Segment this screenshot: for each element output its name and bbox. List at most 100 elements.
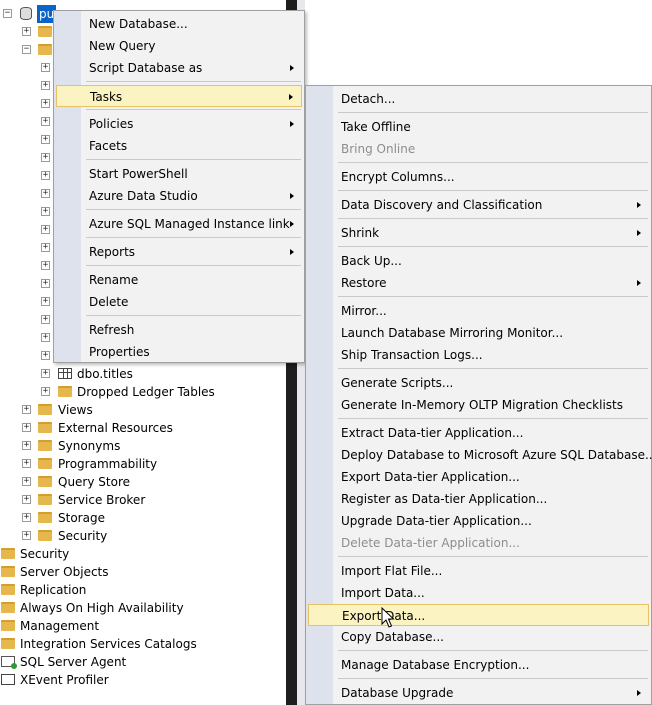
menu-item-export-dac[interactable]: Export Data-tier Application... xyxy=(308,466,649,488)
folder-icon xyxy=(38,530,52,541)
tree-node-label: SQL Server Agent xyxy=(20,655,127,669)
menu-item-delete-dac: Delete Data-tier Application... xyxy=(308,532,649,554)
menu-item-label: Tasks xyxy=(90,90,123,104)
menu-item-script-database-as[interactable]: Script Database as xyxy=(56,57,302,79)
folder-icon xyxy=(38,404,52,415)
menu-item-detach[interactable]: Detach... xyxy=(308,88,649,110)
tree-node-label: XEvent Profiler xyxy=(20,673,109,687)
menu-separator xyxy=(338,218,648,219)
expand-icon[interactable]: + xyxy=(41,279,50,288)
expand-icon[interactable]: + xyxy=(22,513,31,522)
expand-icon[interactable]: + xyxy=(41,243,50,252)
menu-item-take-offline[interactable]: Take Offline xyxy=(308,116,649,138)
expand-icon[interactable]: + xyxy=(22,423,31,432)
menu-separator xyxy=(86,159,301,160)
menu-separator xyxy=(338,190,648,191)
expand-icon[interactable]: + xyxy=(41,189,50,198)
expand-icon[interactable]: + xyxy=(41,387,50,396)
sql-agent-icon xyxy=(1,656,17,669)
menu-item-label: Rename xyxy=(89,273,139,287)
tree-node-label: Management xyxy=(20,619,100,633)
menu-item-shrink[interactable]: Shrink xyxy=(308,222,649,244)
expand-icon[interactable]: + xyxy=(41,351,50,360)
expand-icon[interactable]: + xyxy=(22,531,31,540)
menu-item-generate-scripts[interactable]: Generate Scripts... xyxy=(308,372,649,394)
menu-item-data-discovery[interactable]: Data Discovery and Classification xyxy=(308,194,649,216)
menu-item-policies[interactable]: Policies xyxy=(56,113,302,135)
menu-item-deploy-to-azure[interactable]: Deploy Database to Microsoft Azure SQL D… xyxy=(308,444,652,466)
expand-icon[interactable]: + xyxy=(41,261,50,270)
menu-item-oltp-checklists[interactable]: Generate In-Memory OLTP Migration Checkl… xyxy=(308,394,649,416)
menu-item-label: Generate Scripts... xyxy=(341,376,454,390)
expand-icon[interactable]: + xyxy=(41,117,50,126)
expand-icon[interactable]: + xyxy=(41,81,50,90)
menu-item-azure-sql-mi-link[interactable]: Azure SQL Managed Instance link xyxy=(56,213,302,235)
menu-item-import-data[interactable]: Import Data... xyxy=(308,582,649,604)
expand-icon[interactable]: + xyxy=(41,63,50,72)
menu-item-manage-encryption[interactable]: Manage Database Encryption... xyxy=(308,654,649,676)
menu-item-delete[interactable]: Delete xyxy=(56,291,302,313)
menu-item-azure-data-studio[interactable]: Azure Data Studio xyxy=(56,185,302,207)
collapse-icon[interactable]: − xyxy=(22,45,31,54)
menu-item-label: Azure Data Studio xyxy=(89,189,198,203)
folder-icon xyxy=(38,26,52,37)
menu-item-start-powershell[interactable]: Start PowerShell xyxy=(56,163,302,185)
menu-item-new-query[interactable]: New Query xyxy=(56,35,302,57)
menu-item-export-data[interactable]: Export Data... xyxy=(308,604,649,626)
menu-item-mirror[interactable]: Mirror... xyxy=(308,300,649,322)
expand-icon[interactable]: + xyxy=(41,99,50,108)
expand-icon[interactable]: + xyxy=(41,207,50,216)
collapse-icon[interactable]: − xyxy=(3,9,12,18)
menu-item-label: Shrink xyxy=(341,226,380,240)
menu-item-label: Refresh xyxy=(89,323,135,337)
menu-item-new-database[interactable]: New Database... xyxy=(56,13,302,35)
expand-icon[interactable]: + xyxy=(41,369,50,378)
expand-icon[interactable]: + xyxy=(41,171,50,180)
menu-item-register-dac[interactable]: Register as Data-tier Application... xyxy=(308,488,649,510)
menu-item-properties[interactable]: Properties xyxy=(56,341,302,363)
expand-icon[interactable]: + xyxy=(22,441,31,450)
menu-item-extract-dac[interactable]: Extract Data-tier Application... xyxy=(308,422,649,444)
menu-separator xyxy=(86,265,301,266)
submenu-arrow-icon xyxy=(637,280,641,286)
menu-separator xyxy=(86,109,301,110)
menu-item-label: Detach... xyxy=(341,92,396,106)
menu-item-copy-database[interactable]: Copy Database... xyxy=(308,626,649,648)
table-icon xyxy=(58,368,72,379)
menu-item-label: Script Database as xyxy=(89,61,203,75)
database-icon xyxy=(20,7,32,20)
menu-separator xyxy=(338,418,648,419)
menu-item-back-up[interactable]: Back Up... xyxy=(308,250,649,272)
expand-icon[interactable]: + xyxy=(22,405,31,414)
menu-item-upgrade-dac[interactable]: Upgrade Data-tier Application... xyxy=(308,510,649,532)
expand-icon[interactable]: + xyxy=(22,495,31,504)
folder-icon xyxy=(38,440,52,451)
menu-item-facets[interactable]: Facets xyxy=(56,135,302,157)
expand-icon[interactable]: + xyxy=(22,27,31,36)
expand-icon[interactable]: + xyxy=(41,225,50,234)
mouse-pointer-icon xyxy=(381,607,395,628)
menu-item-ship-transaction-logs[interactable]: Ship Transaction Logs... xyxy=(308,344,649,366)
folder-icon xyxy=(1,638,15,649)
expand-icon[interactable]: + xyxy=(41,297,50,306)
menu-item-rename[interactable]: Rename xyxy=(56,269,302,291)
menu-item-tasks[interactable]: Tasks xyxy=(56,85,302,107)
expand-icon[interactable]: + xyxy=(41,315,50,324)
menu-item-reports[interactable]: Reports xyxy=(56,241,302,263)
menu-item-label: Take Offline xyxy=(341,120,411,134)
expand-icon[interactable]: + xyxy=(41,153,50,162)
expand-icon[interactable]: + xyxy=(22,477,31,486)
menu-item-mirroring-monitor[interactable]: Launch Database Mirroring Monitor... xyxy=(308,322,649,344)
expand-icon[interactable]: + xyxy=(41,135,50,144)
expand-icon[interactable]: + xyxy=(41,333,50,342)
submenu-arrow-icon xyxy=(290,193,294,199)
menu-item-database-upgrade[interactable]: Database Upgrade xyxy=(308,682,649,704)
menu-item-import-flat-file[interactable]: Import Flat File... xyxy=(308,560,649,582)
tree-node-label: Server Objects xyxy=(20,565,109,579)
submenu-arrow-icon xyxy=(290,249,294,255)
menu-item-encrypt-columns[interactable]: Encrypt Columns... xyxy=(308,166,649,188)
menu-item-refresh[interactable]: Refresh xyxy=(56,319,302,341)
menu-item-restore[interactable]: Restore xyxy=(308,272,649,294)
expand-icon[interactable]: + xyxy=(22,459,31,468)
xevent-profiler-icon xyxy=(1,674,15,685)
